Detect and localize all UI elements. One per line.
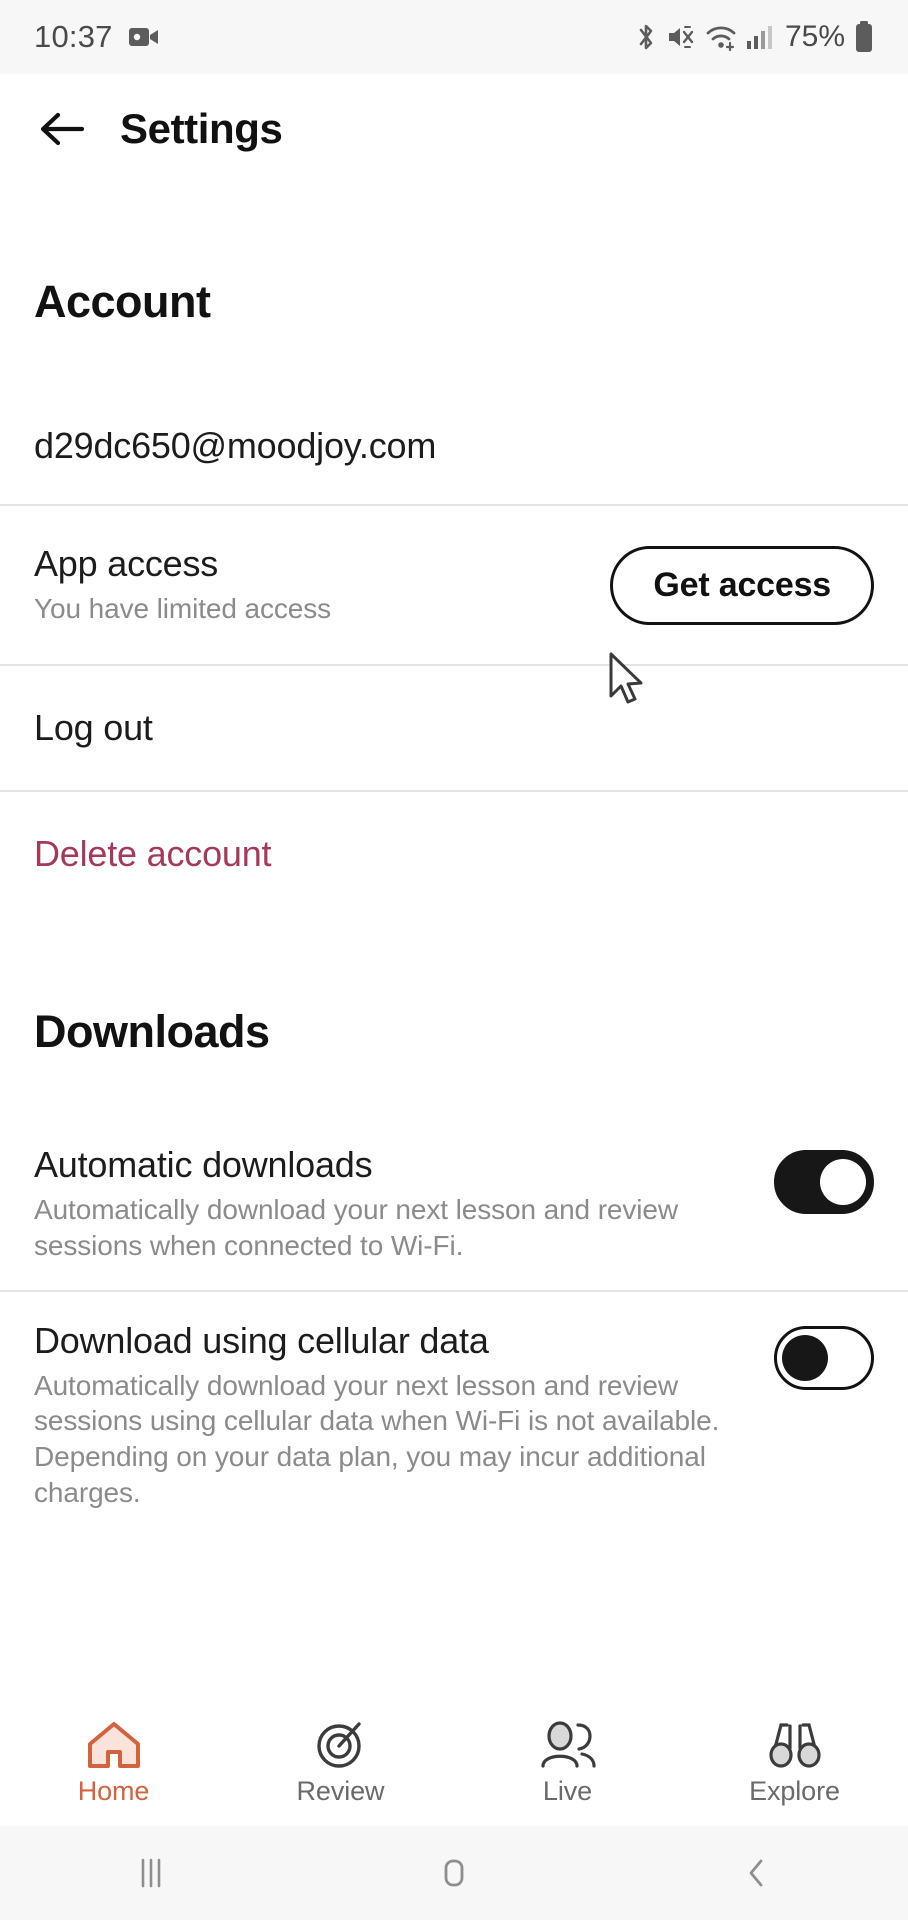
toggle-knob [782,1334,828,1381]
back-button-system[interactable] [605,1855,908,1891]
section-heading-account: Account [34,276,211,327]
log-out-row[interactable]: Log out [0,666,908,790]
nav-label-review: Review [296,1775,385,1806]
toggle-knob [820,1159,866,1205]
battery-percent-label: 75% [784,20,845,53]
status-bar: 10:37 75% [0,0,908,74]
back-arrow-icon [38,109,86,149]
home-button[interactable] [303,1855,606,1891]
binoculars-icon [766,1720,824,1770]
nav-item-explore[interactable]: Explore [681,1720,908,1807]
automatic-downloads-toggle[interactable] [774,1150,874,1214]
account-email: d29dc650@moodjoy.com [34,425,437,466]
recents-button[interactable] [0,1855,303,1891]
page-title: Settings [120,105,283,152]
cellular-signal-icon [746,24,772,50]
app-header: Settings [0,74,908,184]
section-heading-downloads: Downloads [34,1006,270,1057]
automatic-downloads-description: Automatically download your next lesson … [34,1194,679,1261]
delete-account-row[interactable]: Delete account [0,792,908,916]
status-bar-left: 10:37 [34,19,159,55]
nav-item-live[interactable]: Live [454,1720,681,1807]
app-access-row[interactable]: App access You have limited access Get a… [0,506,908,664]
cellular-downloads-title: Download using cellular data [34,1319,489,1361]
bottom-navigation: Home Review Live Explore [0,1700,908,1826]
log-out-label: Log out [34,707,153,748]
android-system-nav [0,1826,908,1920]
cellular-downloads-row[interactable]: Download using cellular data Automatical… [0,1291,908,1537]
nav-label-explore: Explore [749,1775,840,1806]
automatic-downloads-text-col: Automatic downloads Automatically downlo… [34,1144,774,1264]
get-access-button[interactable]: Get access [610,545,874,625]
mute-icon [666,22,696,52]
cellular-downloads-toggle[interactable] [774,1325,874,1390]
status-time: 10:37 [34,19,113,54]
back-chevron-icon [740,1855,774,1891]
cellular-downloads-description: Automatically download your next lesson … [34,1369,720,1509]
account-email-row: d29dc650@moodjoy.com [0,388,908,504]
app-access-text-col: App access You have limited access [34,543,610,627]
cellular-downloads-text-col: Download using cellular data Automatical… [34,1320,774,1511]
back-button[interactable] [34,101,90,157]
screen-record-icon [128,26,159,48]
people-icon [538,1720,598,1770]
automatic-downloads-row[interactable]: Automatic downloads Automatically downlo… [0,1116,908,1290]
nav-item-home[interactable]: Home [0,1720,227,1807]
phone-screen: 10:37 75% Settings Account d29dc650@mood… [0,0,908,1920]
status-bar-right: 75% [635,20,874,54]
home-icon [85,1720,143,1770]
nav-label-live: Live [542,1775,593,1806]
nav-label-home: Home [77,1775,150,1806]
battery-icon [854,21,874,53]
target-icon [314,1720,368,1770]
app-access-title: App access [34,543,219,585]
wifi-icon [705,23,737,51]
home-square-icon [437,1855,471,1891]
app-access-subtitle: You have limited access [34,593,332,625]
bluetooth-icon [635,22,657,52]
recents-icon [134,1855,168,1891]
nav-item-review[interactable]: Review [227,1720,454,1807]
automatic-downloads-title: Automatic downloads [34,1144,373,1185]
settings-content: Account d29dc650@moodjoy.com App access … [0,276,908,1537]
delete-account-label: Delete account [34,833,272,874]
